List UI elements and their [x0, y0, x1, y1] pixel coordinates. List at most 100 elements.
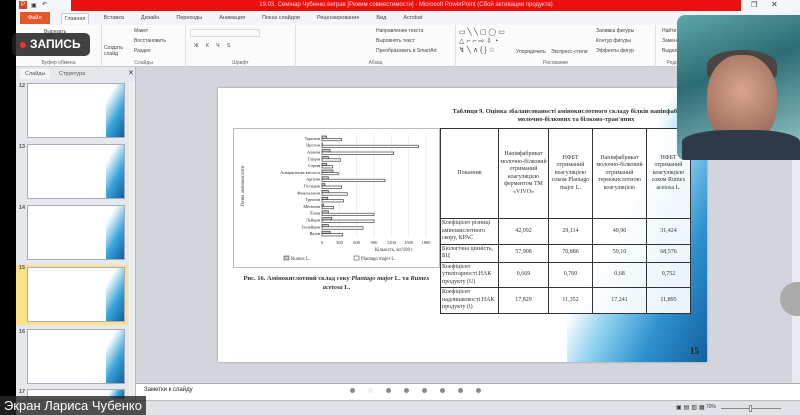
- find-button[interactable]: Найти: [662, 28, 676, 34]
- save-icon[interactable]: ▣: [31, 2, 37, 9]
- data-table[interactable]: Показник Напівфабрикат молочно-білковий …: [440, 128, 691, 314]
- y-tick-label: Гліцин: [308, 156, 321, 161]
- shape-effects-button[interactable]: Эффекты фигур: [596, 48, 634, 54]
- bar-plantago: [321, 172, 339, 176]
- text-direction-button[interactable]: Направление текста: [376, 28, 423, 34]
- control-dot[interactable]: [386, 388, 391, 393]
- slide-thumbnail[interactable]: 12: [16, 83, 128, 141]
- arrange-button[interactable]: Упорядочить: [516, 49, 546, 55]
- cell: 11,352: [548, 287, 593, 314]
- control-dot[interactable]: [368, 388, 373, 393]
- view-buttons[interactable]: ▣▤▥▦: [676, 404, 707, 411]
- tab-home[interactable]: Главная: [60, 12, 90, 24]
- zoom-slider-handle[interactable]: [749, 405, 752, 412]
- tab-acrobat[interactable]: Acrobat: [400, 13, 425, 23]
- thumbnail-image: [27, 144, 125, 199]
- notes-placeholder: Заметки к слайду: [144, 387, 193, 393]
- chart[interactable]: 0 300 600 900 1200 1500 1800 Тирозин Цистин Алані…: [233, 128, 440, 268]
- shape-fill-button[interactable]: Заливка фигуры: [596, 28, 634, 34]
- bar-rumex: [321, 203, 325, 207]
- control-dot[interactable]: [458, 388, 463, 393]
- slide-thumbnail[interactable]: 13: [16, 144, 128, 202]
- restore-button[interactable]: ❐: [751, 1, 757, 9]
- slide-number: 14: [19, 205, 26, 211]
- tab-design[interactable]: Дизайн: [138, 13, 163, 23]
- cell: 70,886: [548, 243, 593, 263]
- y-axis-label: Назва амінокислоти: [241, 165, 246, 206]
- slide-thumbnail[interactable]: 16: [16, 329, 128, 387]
- bar-rumex: [321, 162, 327, 166]
- tab-insert[interactable]: Вставка: [100, 13, 126, 23]
- align-text-button[interactable]: Выровнять текст: [376, 38, 415, 44]
- x-tick-label: 1800: [422, 240, 432, 245]
- cell: 0,669: [498, 261, 549, 288]
- group-label: Слайды: [134, 60, 153, 66]
- bar-plantago: [321, 185, 342, 189]
- control-dot[interactable]: [404, 388, 409, 393]
- y-tick-label: Серин: [308, 163, 320, 168]
- control-dot[interactable]: [350, 388, 355, 393]
- screen-share-label: Экран Лариса Чубенко: [0, 396, 146, 415]
- tab-view[interactable]: Вид: [373, 13, 389, 23]
- shape-outline-button[interactable]: Контур фигуры: [596, 38, 631, 44]
- tab-review[interactable]: Рецензирование: [314, 13, 362, 23]
- undo-icon[interactable]: ↶: [42, 1, 47, 8]
- person-body: [682, 130, 800, 160]
- cell: Коефіцієнт різниці амінокислотного скору…: [440, 218, 499, 245]
- slide-number: 12: [19, 83, 26, 89]
- cell: 0,68: [592, 261, 647, 288]
- section-button[interactable]: Раздел: [134, 48, 151, 54]
- panel-scrollbar[interactable]: [129, 81, 135, 399]
- legend-label: Plantago major L.: [361, 257, 396, 262]
- slide-thumbnail-selected[interactable]: 15: [16, 265, 128, 325]
- thumbnail-image: [27, 267, 125, 322]
- shapes-gallery[interactable]: ▭ ╲ ╲ ▢ ◯ ▭ △ ⌐ ⌐ ⇨ ⇩ ◔ ↯ ╲ ∧ { } ☆: [459, 28, 505, 55]
- legend-label: Rumex L.: [291, 257, 310, 262]
- record-dot-icon: [20, 41, 26, 48]
- close-panel-icon[interactable]: ✕: [128, 69, 134, 77]
- control-dot[interactable]: [440, 388, 445, 393]
- header-cell: НФБТ отриманий коагуляцією соком Plantag…: [548, 128, 593, 219]
- group-label: Абзац: [368, 60, 383, 66]
- cell: 42,092: [498, 218, 549, 245]
- caption-text: L.: [342, 284, 351, 291]
- slide-number: 17: [19, 389, 26, 395]
- new-slide-button[interactable]: Создать слайд: [104, 45, 130, 57]
- bar-plantago: [321, 233, 344, 237]
- slide-thumbnail[interactable]: 14: [16, 205, 128, 263]
- layout-button[interactable]: Макет: [134, 28, 148, 34]
- control-dot[interactable]: [422, 388, 427, 393]
- table-title: Таблиця 9. Оцінка збалансованості амінок…: [452, 108, 700, 123]
- zoom-level[interactable]: 70%: [706, 404, 716, 410]
- figure-caption: Рис. 16. Амінокислотний склад соку Plant…: [233, 274, 440, 292]
- tab-slides[interactable]: Слайды: [20, 69, 51, 79]
- cell: 0,752: [646, 261, 691, 288]
- bar-plantago: [321, 226, 364, 230]
- bar-plantago: [321, 138, 342, 142]
- font-name-select[interactable]: [190, 29, 260, 37]
- y-tick-label: Валін: [310, 231, 321, 236]
- group-paragraph: Направление текста Выровнять текст Преоб…: [296, 25, 456, 67]
- tab-transitions[interactable]: Переходы: [173, 13, 205, 23]
- bar-plantago: [321, 192, 348, 196]
- bar-plantago: [321, 144, 419, 148]
- font-format-buttons[interactable]: Ж К Ч S: [194, 43, 233, 49]
- slide-number: 15: [19, 265, 26, 271]
- smartart-button[interactable]: Преобразовать в SmartArt: [376, 48, 437, 54]
- video-call-controls: [350, 388, 481, 393]
- reset-button[interactable]: Восстановить: [134, 38, 166, 44]
- quick-styles-button[interactable]: Экспресс-стили: [551, 49, 588, 55]
- tab-animation[interactable]: Анимация: [216, 13, 248, 23]
- group-label: Буфер обмена: [41, 60, 76, 66]
- tab-slideshow[interactable]: Показ слайдов: [259, 13, 303, 23]
- tab-file[interactable]: Файл: [20, 12, 50, 24]
- bar-plantago: [321, 219, 375, 223]
- group-font: Ж К Ч S Шрифт: [186, 25, 296, 67]
- close-button[interactable]: ✕: [771, 0, 778, 9]
- table-row: Біологічна цінність, БЦ 57,908 70,886 59,10…: [440, 243, 691, 263]
- y-tick-label: Аргінін: [306, 177, 321, 182]
- slide-canvas[interactable]: 0 300 600 900 1200 1500 1800 Тирозин Цистин Алані…: [218, 88, 707, 362]
- control-dot[interactable]: [476, 388, 481, 393]
- y-tick-label: Лізин: [310, 211, 321, 216]
- tab-outline[interactable]: Структура: [54, 69, 90, 79]
